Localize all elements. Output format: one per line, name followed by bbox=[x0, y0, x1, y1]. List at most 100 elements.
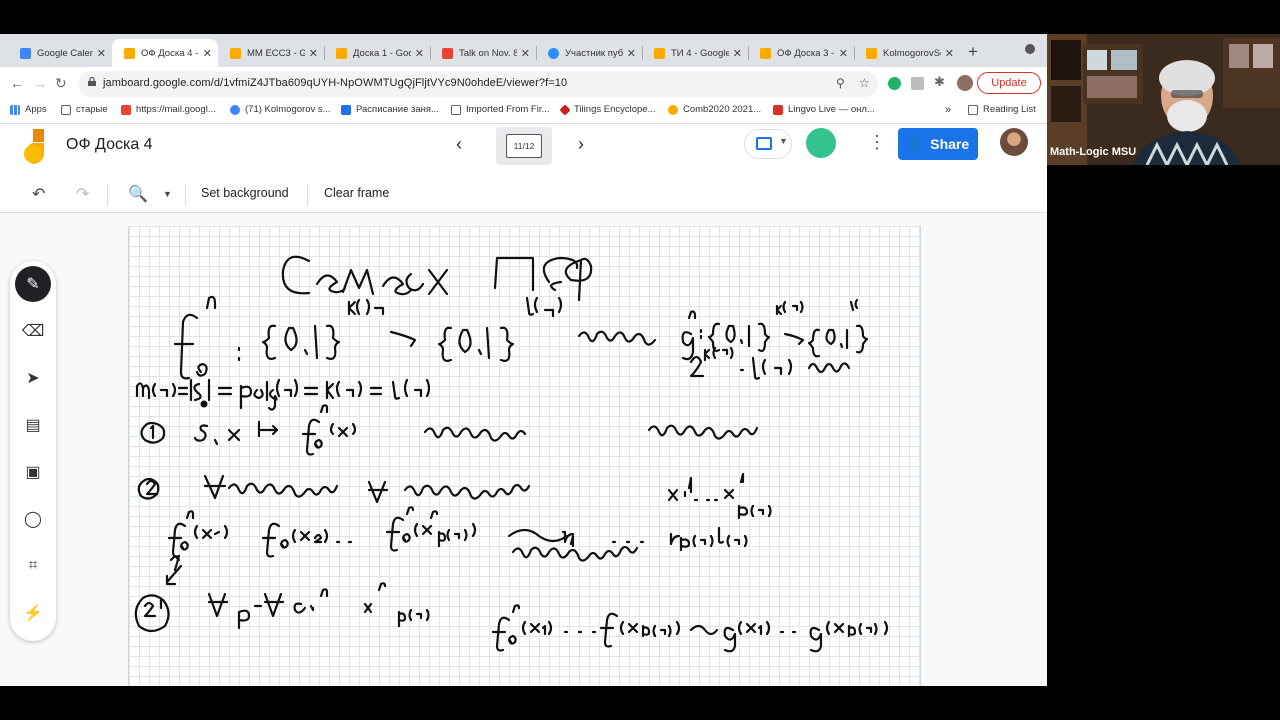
more-options-icon[interactable]: ⋮ bbox=[868, 132, 886, 153]
participant-name: Math-Logic MSU bbox=[1050, 146, 1137, 158]
reload-icon[interactable]: ↻ bbox=[55, 75, 67, 92]
laser-pointer-icon[interactable]: ⚡ bbox=[15, 595, 51, 631]
profile-avatar-icon[interactable] bbox=[957, 75, 973, 91]
address-bar[interactable]: jamboard.google.com/d/1vfmiZ4JTba609qUYH… bbox=[78, 71, 878, 97]
add-image-icon[interactable]: ▣ bbox=[15, 454, 51, 490]
more-bookmarks-chevron-icon[interactable]: » bbox=[945, 104, 951, 116]
reading-list-icon bbox=[968, 104, 978, 115]
zoom-icon bbox=[548, 47, 559, 59]
tab-strip: Google Calendar ✕ ОФ Доска 4 - Google Ja… bbox=[0, 34, 1047, 67]
tab-search-icon[interactable] bbox=[1025, 44, 1035, 54]
select-cursor-icon[interactable]: ➤ bbox=[15, 360, 51, 396]
jamboard-icon bbox=[866, 47, 877, 59]
gmail-icon bbox=[442, 47, 453, 59]
extension-grammarly-icon[interactable] bbox=[888, 77, 901, 90]
bookmark-item[interactable]: Comb2020 2021... bbox=[668, 104, 761, 115]
browser-tab[interactable]: Google Calendar ✕ bbox=[8, 39, 112, 67]
jamboard-icon bbox=[336, 47, 347, 59]
bookmark-item[interactable]: Lingvo Live — онл... bbox=[773, 104, 875, 115]
calendar-icon bbox=[20, 47, 31, 59]
dropdown-arrow-icon: ▼ bbox=[779, 136, 788, 146]
eraser-tool-icon[interactable]: ⌫ bbox=[15, 313, 51, 349]
lingvo-icon bbox=[773, 104, 783, 115]
frame-counter: 11/12 bbox=[506, 134, 542, 158]
browser-tab[interactable]: Участник публикации ✕ bbox=[536, 39, 642, 67]
jam-frame[interactable] bbox=[128, 226, 921, 686]
close-tab-icon[interactable]: ✕ bbox=[309, 47, 318, 60]
browser-tab[interactable]: KolmogorovSeminar ✕ bbox=[854, 39, 960, 67]
jamboard-icon bbox=[230, 47, 241, 59]
browser-tab[interactable]: ММ ЕСС3 - Google Jamboard ✕ bbox=[218, 39, 324, 67]
close-tab-icon[interactable]: ✕ bbox=[733, 47, 742, 60]
circle-shape-icon[interactable]: ◯ bbox=[15, 501, 51, 537]
jamboard-logo-icon bbox=[24, 129, 44, 164]
close-tab-icon[interactable]: ✕ bbox=[627, 47, 636, 60]
people-icon bbox=[230, 104, 240, 115]
close-tab-icon[interactable]: ✕ bbox=[945, 47, 954, 60]
apps-grid-icon bbox=[10, 104, 20, 115]
jamboard-icon bbox=[760, 47, 771, 59]
bookmark-item[interactable]: https://mail.googl... bbox=[121, 104, 216, 115]
sticky-note-icon[interactable]: ▤ bbox=[15, 407, 51, 443]
previous-frame-chevron-icon[interactable]: ‹ bbox=[456, 134, 462, 155]
comb-icon bbox=[668, 104, 678, 115]
new-tab-button[interactable]: + bbox=[968, 42, 978, 62]
present-button[interactable]: ▼ bbox=[744, 129, 792, 159]
zoom-magnifier-icon[interactable]: ⚲ bbox=[836, 76, 845, 90]
browser-tab-active[interactable]: ОФ Доска 4 - Google Jamboard ✕ bbox=[112, 39, 218, 67]
url-text[interactable]: jamboard.google.com/d/1vfmiZ4JTba609qUYH… bbox=[103, 77, 567, 89]
bookmark-item[interactable]: Imported From Fir... bbox=[451, 104, 549, 115]
jamboard-icon bbox=[654, 47, 665, 59]
canvas-area: ✎ ⌫ ➤ ▤ ▣ ◯ ⌗ ⚡ bbox=[0, 213, 1047, 686]
forward-arrow-icon[interactable]: → bbox=[33, 75, 47, 91]
zoom-dropdown-arrow-icon[interactable]: ▼ bbox=[163, 189, 172, 199]
bookmark-item[interactable]: Расписание заня... bbox=[341, 104, 439, 115]
bookmark-item[interactable]: Tilings Encyclope... bbox=[559, 103, 656, 116]
close-tab-icon[interactable]: ✕ bbox=[203, 47, 212, 60]
jamboard-header: ОФ Доска 4 ‹ 11/12 › ▼ ⋮ 👤 Share bbox=[0, 124, 1047, 176]
tiling-icon bbox=[559, 103, 571, 116]
handwritten-notes bbox=[134, 255, 889, 653]
jamboard-icon bbox=[124, 47, 135, 59]
close-tab-icon[interactable]: ✕ bbox=[415, 47, 424, 60]
undo-icon[interactable]: ↶ bbox=[32, 184, 45, 204]
update-button[interactable]: Update bbox=[977, 72, 1041, 94]
jamboard-toolbar: ↶ ↷ 🔍 ▼ Set background Clear frame bbox=[0, 176, 1047, 213]
gmail-icon bbox=[121, 104, 131, 115]
close-tab-icon[interactable]: ✕ bbox=[521, 47, 530, 60]
redo-icon[interactable]: ↷ bbox=[76, 184, 89, 204]
bookmark-item[interactable]: старые bbox=[61, 104, 108, 115]
lock-icon bbox=[88, 77, 96, 86]
bookmark-item[interactable]: Apps bbox=[10, 104, 47, 115]
tool-palette: ✎ ⌫ ➤ ▤ ▣ ◯ ⌗ ⚡ bbox=[10, 261, 56, 641]
share-button[interactable]: 👤 Share bbox=[898, 128, 978, 160]
collaborator-avatar-icon[interactable] bbox=[806, 128, 836, 158]
folder-icon bbox=[451, 104, 461, 115]
pen-tool-icon[interactable]: ✎ bbox=[15, 266, 51, 302]
browser-tab[interactable]: Talk on Nov. 8 ✕ bbox=[430, 39, 536, 67]
browser-toolbar: ← → ↻ jamboard.google.com/d/1vfmiZ4JTba6… bbox=[0, 67, 1047, 101]
clear-frame-button[interactable]: Clear frame bbox=[324, 186, 389, 200]
close-tab-icon[interactable]: ✕ bbox=[97, 47, 106, 60]
browser-tab[interactable]: Доска 1 - Google Jamboard ✕ bbox=[324, 39, 430, 67]
browser-window: Google Calendar ✕ ОФ Доска 4 - Google Ja… bbox=[0, 34, 1047, 686]
text-box-icon[interactable]: ⌗ bbox=[15, 548, 51, 584]
person-add-icon: 👤 bbox=[906, 135, 925, 152]
close-tab-icon[interactable]: ✕ bbox=[839, 47, 848, 60]
account-avatar[interactable] bbox=[1000, 128, 1028, 156]
browser-tab[interactable]: ТИ 4 - Google Jamboard ✕ bbox=[642, 39, 748, 67]
zoom-icon[interactable]: 🔍 bbox=[128, 184, 148, 204]
frame-bar-toggle[interactable]: 11/12 bbox=[496, 127, 552, 165]
reading-list-button[interactable]: Reading List bbox=[968, 104, 1036, 115]
back-arrow-icon[interactable]: ← bbox=[10, 75, 24, 91]
bookmark-item[interactable]: (71) Kolmogorov s... bbox=[230, 104, 331, 115]
bookmark-star-icon[interactable]: ☆ bbox=[859, 76, 870, 90]
set-background-button[interactable]: Set background bbox=[201, 186, 289, 200]
bookmarks-bar: Apps старые https://mail.googl... (71) K… bbox=[0, 101, 1047, 124]
next-frame-chevron-icon[interactable]: › bbox=[578, 134, 584, 155]
document-title[interactable]: ОФ Доска 4 bbox=[66, 136, 153, 154]
puzzle-extensions-icon[interactable]: ✱ bbox=[934, 74, 945, 90]
extension-icon[interactable] bbox=[911, 77, 924, 90]
cast-screen-icon bbox=[756, 137, 772, 150]
browser-tab[interactable]: ОФ Доска 3 - Google Jamboard ✕ bbox=[748, 39, 854, 67]
